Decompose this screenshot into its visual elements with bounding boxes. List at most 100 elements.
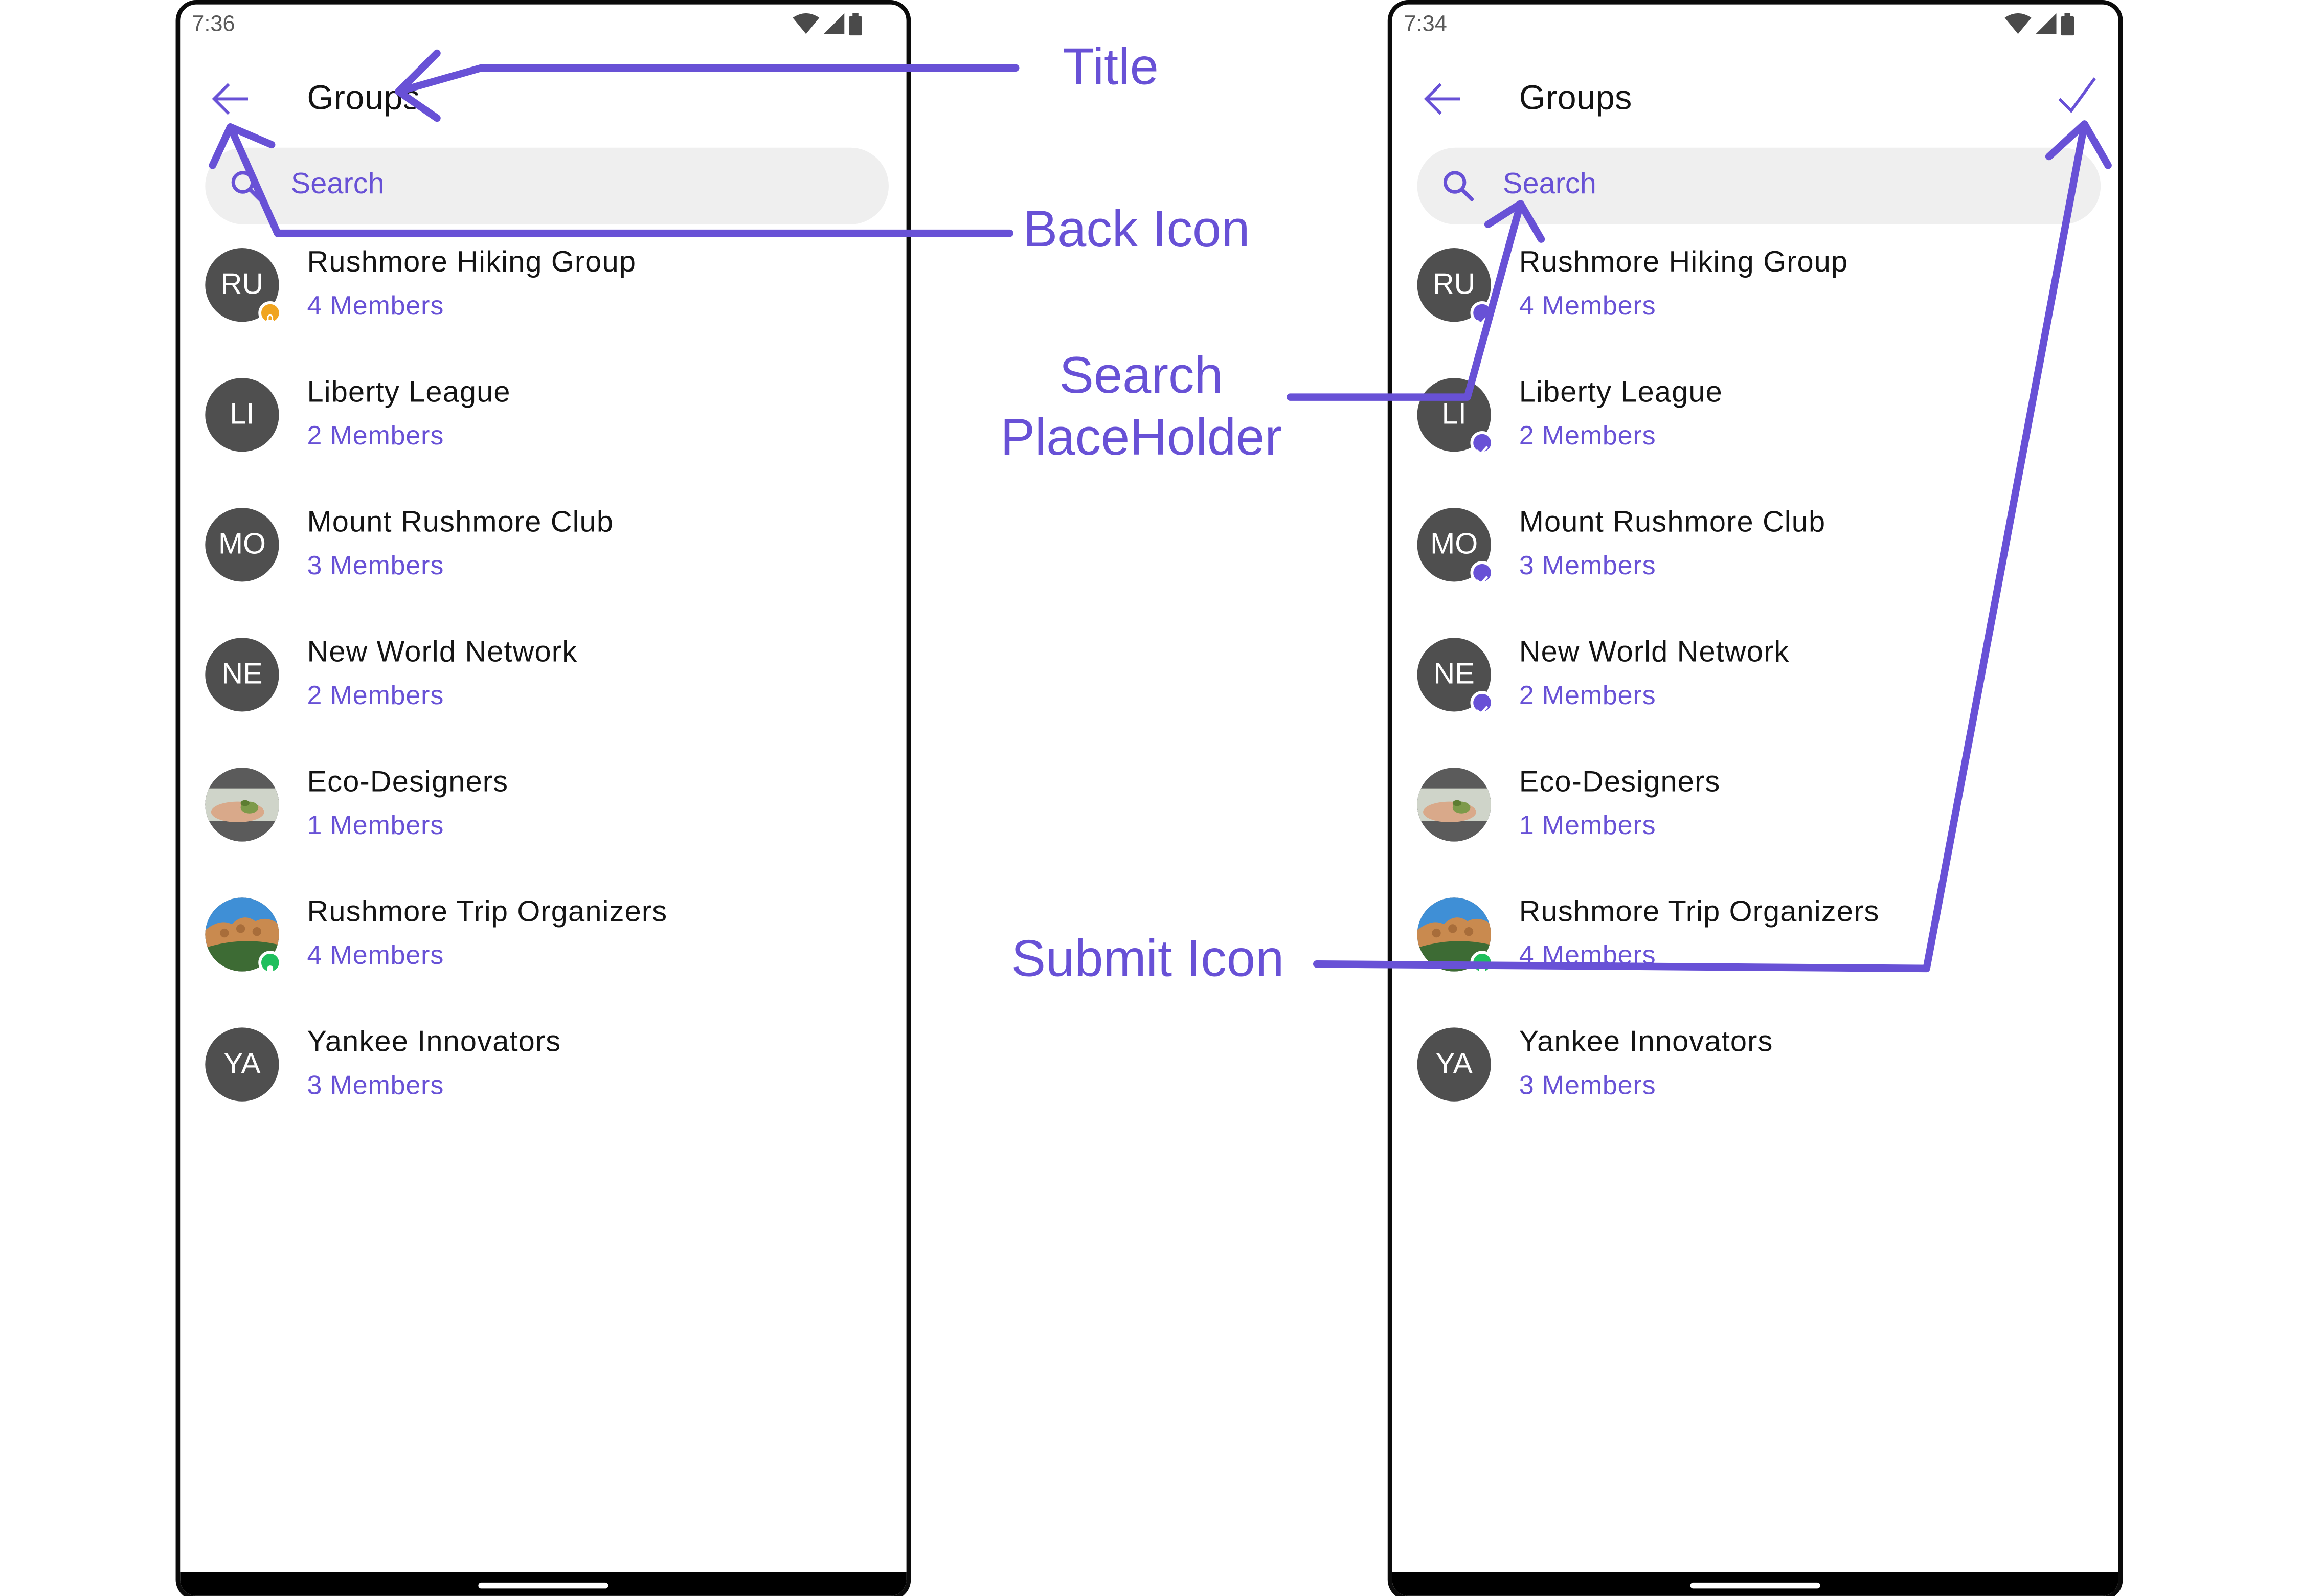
navigation-bar xyxy=(1392,1572,2118,1596)
list-item-group[interactable]: Rushmore Trip Organizers 4 Members xyxy=(180,875,906,1005)
group-name: Eco-Designers xyxy=(307,766,509,799)
page-title: Groups xyxy=(1519,78,1632,117)
back-arrow-icon[interactable] xyxy=(1422,78,1463,120)
list-item-group[interactable]: NE New World Network 2 Members xyxy=(180,616,906,746)
back-arrow-icon[interactable] xyxy=(210,78,251,120)
home-indicator[interactable] xyxy=(478,1582,608,1589)
group-name: Yankee Innovators xyxy=(307,1026,561,1059)
group-name: New World Network xyxy=(1519,636,1790,669)
group-name: Rushmore Trip Organizers xyxy=(1519,896,1880,929)
avatar: MO xyxy=(205,508,279,582)
group-member-count: 2 Members xyxy=(307,680,444,710)
group-name: Mount Rushmore Club xyxy=(1519,506,1826,539)
wifi-icon xyxy=(2004,13,2032,34)
group-name: Yankee Innovators xyxy=(1519,1026,1773,1059)
group-name: New World Network xyxy=(307,636,578,669)
avatar-image-eco-designers xyxy=(205,768,279,842)
callout-back-icon: Back Icon xyxy=(1023,200,1250,259)
group-name: Rushmore Trip Organizers xyxy=(307,896,668,929)
group-name: Rushmore Hiking Group xyxy=(307,246,637,279)
phone-left: 7:36 Groups Search RU Rushmore Hiking Gr… xyxy=(175,0,911,1596)
group-name: Rushmore Hiking Group xyxy=(1519,246,1848,279)
avatar-initials: RU xyxy=(220,267,264,301)
avatar-initials: NE xyxy=(1433,658,1475,690)
search-input[interactable]: Search xyxy=(205,147,889,224)
avatar-image-eco-designers xyxy=(1417,768,1491,842)
status-icons xyxy=(2004,12,2074,35)
group-member-count: 4 Members xyxy=(307,940,444,970)
group-member-count: 3 Members xyxy=(1519,550,1656,580)
list-item-group[interactable]: Eco-Designers 1 Members xyxy=(1392,746,2118,875)
callout-search-line2: PlaceHolder xyxy=(1000,409,1282,467)
callout-submit-icon: Submit Icon xyxy=(1011,930,1284,988)
avatar: LI xyxy=(1417,378,1494,456)
group-member-count: 3 Members xyxy=(1519,1070,1656,1100)
search-icon xyxy=(231,171,262,201)
list-item-group[interactable]: LI Liberty League 2 Members xyxy=(180,356,906,486)
hands-with-seedling-image xyxy=(205,768,279,842)
group-member-count: 1 Members xyxy=(1519,810,1656,840)
hands-with-seedling-image xyxy=(1417,768,1491,842)
password-group-badge-icon xyxy=(258,951,282,975)
list-item-group[interactable]: MO Mount Rushmore Club 3 Members xyxy=(180,486,906,616)
list-item-group[interactable]: LI Liberty League 2 Members xyxy=(1392,356,2118,486)
search-icon xyxy=(1443,171,1474,201)
callout-search-line1: Search xyxy=(1059,347,1223,405)
avatar: YA xyxy=(205,1027,279,1102)
status-icons xyxy=(793,12,863,35)
status-time: 7:36 xyxy=(192,12,235,37)
list-item-group[interactable]: YA Yankee Innovators 3 Members xyxy=(180,1005,906,1135)
group-member-count: 4 Members xyxy=(1519,290,1656,321)
signal-icon xyxy=(823,13,845,34)
search-placeholder: Search xyxy=(290,168,385,201)
toolbar: Groups xyxy=(180,63,906,134)
selected-check-icon xyxy=(1470,691,1494,716)
list-item-group[interactable]: Rushmore Trip Organizers 4 Members xyxy=(1392,875,2118,1005)
group-member-count: 3 Members xyxy=(307,1070,444,1100)
home-indicator[interactable] xyxy=(1690,1582,1820,1589)
battery-icon xyxy=(849,12,863,35)
page-title: Groups xyxy=(307,78,420,117)
avatar: RU xyxy=(205,248,282,326)
password-group-badge-icon xyxy=(1470,951,1494,975)
signal-icon xyxy=(2036,13,2057,34)
group-name: Mount Rushmore Club xyxy=(307,506,614,539)
group-member-count: 2 Members xyxy=(1519,680,1656,710)
status-bar: 7:34 xyxy=(1392,5,2118,46)
avatar-initials: YA xyxy=(1435,1047,1473,1080)
callout-search-placeholder: Search PlaceHolder xyxy=(992,346,1290,470)
list-item-group[interactable]: MO Mount Rushmore Club 3 Members xyxy=(1392,486,2118,616)
group-member-count: 2 Members xyxy=(307,420,444,451)
group-member-count: 3 Members xyxy=(307,550,444,580)
avatar: MO xyxy=(1417,508,1494,586)
avatar: RU xyxy=(1417,248,1494,326)
list-item-group[interactable]: RU Rushmore Hiking Group 4 Members xyxy=(180,226,906,356)
annotated-screenshot: 7:36 Groups Search RU Rushmore Hiking Gr… xyxy=(0,0,2300,1596)
avatar: YA xyxy=(1417,1027,1491,1102)
list-item-group[interactable]: RU Rushmore Hiking Group 4 Members xyxy=(1392,226,2118,356)
list-item-group[interactable]: YA Yankee Innovators 3 Members xyxy=(1392,1005,2118,1135)
private-group-badge-icon xyxy=(258,301,282,326)
check-icon[interactable] xyxy=(2054,72,2101,119)
search-placeholder: Search xyxy=(1502,168,1596,201)
group-name: Eco-Designers xyxy=(1519,766,1721,799)
avatar: LI xyxy=(205,378,279,452)
toolbar: Groups xyxy=(1392,63,2118,134)
avatar-initials: MO xyxy=(1430,528,1478,560)
phone-right: 7:34 Groups Search RU Rushmore Hiking Gr… xyxy=(1387,0,2123,1596)
avatar-initials: LI xyxy=(230,398,255,431)
group-name: Liberty League xyxy=(1519,376,1723,409)
avatar-initials: RU xyxy=(1432,267,1476,301)
list-item-group[interactable]: Eco-Designers 1 Members xyxy=(180,746,906,875)
status-time: 7:34 xyxy=(1404,12,1447,37)
search-input[interactable]: Search xyxy=(1417,147,2101,224)
group-member-count: 2 Members xyxy=(1519,420,1656,451)
avatar-initials: LI xyxy=(1441,398,1467,431)
avatar: NE xyxy=(1417,638,1494,716)
selected-check-icon xyxy=(1470,431,1494,456)
navigation-bar xyxy=(180,1572,907,1596)
list-item-group[interactable]: NE New World Network 2 Members xyxy=(1392,616,2118,746)
selected-check-icon xyxy=(1470,301,1494,326)
avatar-initials: YA xyxy=(223,1047,261,1080)
battery-icon xyxy=(2061,12,2074,35)
